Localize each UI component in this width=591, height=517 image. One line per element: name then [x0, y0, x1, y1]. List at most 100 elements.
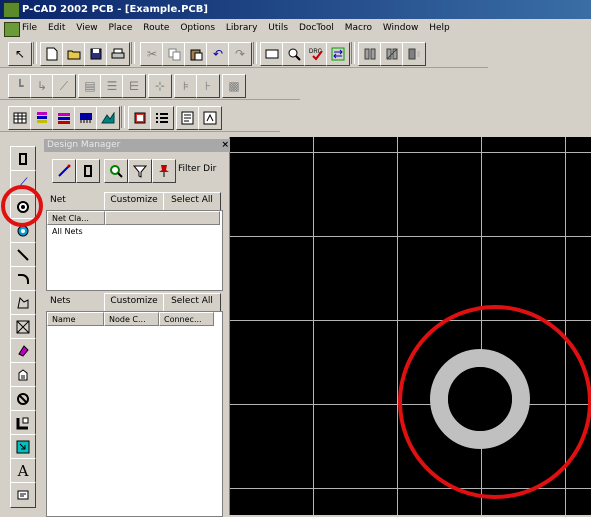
- route-interactive-icon[interactable]: ↳: [30, 74, 54, 98]
- components-tab-icon[interactable]: [76, 159, 100, 183]
- pcb-workspace[interactable]: [230, 137, 591, 515]
- place-pad-icon[interactable]: [10, 194, 36, 220]
- route-tune-icon[interactable]: ▩: [222, 74, 246, 98]
- toolbar-separator: [131, 42, 135, 64]
- toolbar-separator: [253, 42, 257, 64]
- place-attribute-icon[interactable]: [10, 482, 36, 508]
- node-count-column-header[interactable]: Node C...: [104, 312, 159, 326]
- cut-icon[interactable]: ✂: [140, 42, 164, 66]
- menu-help[interactable]: Help: [429, 23, 450, 33]
- paste-icon[interactable]: [184, 42, 208, 66]
- net-class-column-header[interactable]: Net Cla...: [47, 211, 105, 225]
- route-push-icon[interactable]: ⋿: [122, 74, 146, 98]
- zoom-select-icon[interactable]: [104, 159, 128, 183]
- design-manager-title-bar: Design Manager ×: [44, 139, 233, 152]
- grid-table-icon[interactable]: [8, 106, 32, 130]
- component-place-icon[interactable]: [74, 106, 98, 130]
- net-customize-button[interactable]: Customize: [104, 192, 164, 211]
- drc-check-icon[interactable]: DRC: [304, 42, 328, 66]
- place-plane-icon[interactable]: [10, 362, 36, 388]
- selection-mask-icon[interactable]: [128, 106, 152, 130]
- net-class-column-header-2[interactable]: [105, 211, 220, 225]
- menu-view[interactable]: View: [76, 23, 97, 33]
- pcb-canvas[interactable]: [230, 137, 591, 515]
- menu-window[interactable]: Window: [383, 23, 419, 33]
- design-manager-title: Design Manager: [47, 140, 121, 150]
- redo-icon[interactable]: ↷: [228, 42, 252, 66]
- save-icon[interactable]: [84, 42, 108, 66]
- menu-doctool[interactable]: DocTool: [299, 23, 334, 33]
- net-class-list[interactable]: Net Cla... All Nets: [46, 210, 223, 291]
- report-icon[interactable]: [176, 106, 200, 130]
- nets-customize-button[interactable]: Customize: [104, 293, 164, 312]
- place-copper-pour-icon[interactable]: [10, 338, 36, 364]
- route-fanout-icon[interactable]: ☰: [100, 74, 124, 98]
- title-bar: P-CAD 2002 PCB - [Example.PCB]: [0, 0, 591, 19]
- filter-dir-label: Filter Dir: [178, 164, 217, 174]
- route-bus-icon[interactable]: ▤: [78, 74, 102, 98]
- place-via-icon[interactable]: [10, 218, 36, 244]
- route-stub-icon[interactable]: ⊧: [174, 74, 198, 98]
- place-dimension-icon[interactable]: [10, 410, 36, 436]
- polygon-fill-icon[interactable]: [96, 106, 120, 130]
- standard-toolbar: ↖ ✂ ↶ ↷ DRC: [0, 38, 488, 68]
- menu-macro[interactable]: Macro: [345, 23, 372, 33]
- place-polygon-icon[interactable]: [10, 290, 36, 316]
- place-arc-icon[interactable]: [10, 266, 36, 292]
- document-icon[interactable]: [4, 22, 20, 37]
- route-tail-icon[interactable]: ⊦: [196, 74, 220, 98]
- close-icon[interactable]: ×: [221, 139, 229, 152]
- place-connection-icon[interactable]: ⟋: [10, 170, 36, 196]
- route-multi-icon[interactable]: ⟋: [52, 74, 76, 98]
- magnifier-icon[interactable]: [282, 42, 306, 66]
- open-folder-icon[interactable]: [62, 42, 86, 66]
- name-column-header[interactable]: Name: [47, 312, 104, 326]
- grid-lines: [230, 137, 591, 515]
- place-line-icon[interactable]: [10, 242, 36, 268]
- undo-icon[interactable]: ↶: [206, 42, 230, 66]
- net-select-all-button[interactable]: Select All: [163, 192, 221, 211]
- menu-bar: File Edit View Place Route Options Libra…: [0, 19, 591, 38]
- swap-pins-icon[interactable]: [326, 42, 350, 66]
- app-icon: [3, 2, 20, 18]
- toolbar-separator: [33, 42, 37, 64]
- menu-file[interactable]: File: [22, 23, 37, 33]
- connections-column-header[interactable]: Connec...: [159, 312, 214, 326]
- menu-utils[interactable]: Utils: [268, 23, 288, 33]
- menu-place[interactable]: Place: [108, 23, 132, 33]
- place-field-icon[interactable]: [10, 434, 36, 460]
- menu-route[interactable]: Route: [143, 23, 169, 33]
- list-view-icon[interactable]: [150, 106, 174, 130]
- list-item[interactable]: All Nets: [52, 227, 83, 236]
- nets-list[interactable]: Name Node C... Connec...: [46, 311, 223, 517]
- nets-select-all-button[interactable]: Select All: [163, 293, 221, 312]
- place-text-icon[interactable]: A: [10, 458, 36, 484]
- pad-hole: [448, 367, 512, 431]
- placement-toolbar: ⟋ A: [0, 137, 44, 515]
- layer-icon-2[interactable]: [380, 42, 404, 66]
- route-manual-icon[interactable]: ┗: [8, 74, 32, 98]
- layers-manager-icon[interactable]: [52, 106, 76, 130]
- menu-options[interactable]: Options: [180, 23, 215, 33]
- copy-icon[interactable]: [162, 42, 186, 66]
- pin-icon[interactable]: [152, 159, 176, 183]
- route-miter-icon[interactable]: ⊹: [148, 74, 172, 98]
- layer-stack-icon[interactable]: [30, 106, 54, 130]
- zoom-window-icon[interactable]: [260, 42, 284, 66]
- layer-icon-3[interactable]: [402, 42, 426, 66]
- menu-edit[interactable]: Edit: [48, 23, 65, 33]
- layer-icon-1[interactable]: [358, 42, 382, 66]
- net-panel-header: Net: [50, 195, 66, 205]
- print-icon[interactable]: [106, 42, 130, 66]
- nets-tab-icon[interactable]: [52, 159, 76, 183]
- place-keepout-icon[interactable]: [10, 314, 36, 340]
- place-component-icon[interactable]: [10, 146, 36, 172]
- toolbar-separator: [121, 106, 125, 128]
- select-arrow-icon[interactable]: ↖: [8, 42, 32, 66]
- new-file-icon[interactable]: [40, 42, 64, 66]
- nets-panel-header: Nets: [50, 296, 71, 306]
- menu-library[interactable]: Library: [226, 23, 257, 33]
- properties-icon[interactable]: [198, 106, 222, 130]
- filter-icon[interactable]: [128, 159, 152, 183]
- place-cutout-icon[interactable]: [10, 386, 36, 412]
